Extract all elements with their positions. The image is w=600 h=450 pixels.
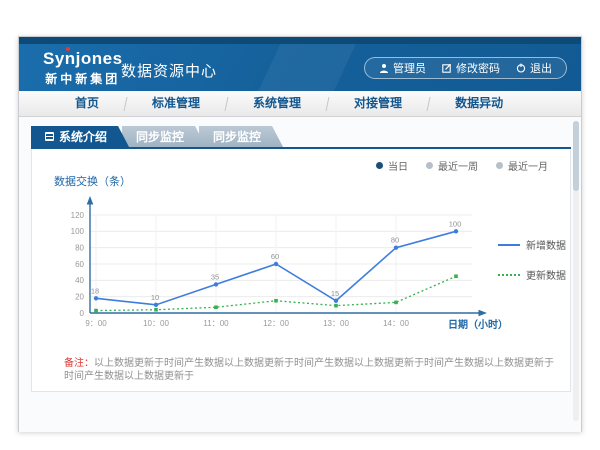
change-password-button[interactable]: 修改密码 xyxy=(442,60,500,76)
company-logo: Synjones 新中新集团 xyxy=(43,49,123,87)
header-top-strip xyxy=(19,37,581,44)
svg-text:60: 60 xyxy=(75,260,84,269)
svg-text:80: 80 xyxy=(391,236,399,245)
svg-text:13：00: 13：00 xyxy=(323,319,349,328)
document-icon xyxy=(45,132,54,141)
app-window: Synjones 新中新集团 数据资源中心 管理员 修改密码 退出 首页 标准管… xyxy=(18,36,582,432)
svg-text:14：00: 14：00 xyxy=(383,319,409,328)
app-header: Synjones 新中新集团 数据资源中心 管理员 修改密码 退出 xyxy=(19,44,581,91)
svg-text:0: 0 xyxy=(80,309,85,318)
tab-sync-monitor-1[interactable]: 同步监控 xyxy=(122,126,206,147)
footnote-label: 备注： xyxy=(64,358,94,369)
svg-text:100: 100 xyxy=(71,227,85,236)
svg-text:11：00: 11：00 xyxy=(203,319,229,328)
svg-text:120: 120 xyxy=(71,211,85,220)
logout-button[interactable]: 退出 xyxy=(516,60,552,76)
chart-row: 0 20 40 60 80 100 120 9：00 10：00 11：00 12：00 13：00 1… xyxy=(54,191,572,343)
svg-text:15: 15 xyxy=(331,289,339,298)
user-menu: 管理员 修改密码 退出 xyxy=(364,57,567,79)
page-title: 数据资源中心 xyxy=(121,60,217,81)
admin-user-button[interactable]: 管理员 xyxy=(379,60,426,76)
power-icon xyxy=(516,63,526,73)
main-nav: 首页 标准管理 系统管理 对接管理 数据异动 xyxy=(19,91,581,117)
brand-logo-text: Synjones xyxy=(43,49,123,69)
filter-last-week[interactable]: 最近一周 xyxy=(426,158,478,173)
nav-item-system-mgmt[interactable]: 系统管理 xyxy=(227,91,327,116)
svg-text:10：00: 10：00 xyxy=(143,319,169,328)
svg-text:40: 40 xyxy=(75,276,84,285)
svg-text:20: 20 xyxy=(75,292,84,301)
time-range-filters: 当日 最近一周 最近一月 xyxy=(376,158,548,173)
legend-item-new-data[interactable]: 新增数据 xyxy=(498,237,572,252)
nav-item-standard-mgmt[interactable]: 标准管理 xyxy=(126,91,226,116)
logo-red-dot-icon xyxy=(66,47,70,51)
radio-dot-icon xyxy=(496,162,503,169)
svg-text:9：00: 9：00 xyxy=(85,319,107,328)
scrollbar[interactable] xyxy=(573,121,579,421)
footnote: 备注：以上数据更新于时间产生数据以上数据更新于时间产生数据以上数据更新于时间产生… xyxy=(64,357,554,383)
nav-item-data-change[interactable]: 数据异动 xyxy=(429,91,529,116)
y-axis-title: 数据交换（条） xyxy=(54,173,131,189)
nav-item-interface-mgmt[interactable]: 对接管理 xyxy=(328,91,428,116)
svg-text:80: 80 xyxy=(75,243,84,252)
tab-sync-monitor-2[interactable]: 同步监控 xyxy=(199,126,283,147)
content-area: 系统介绍 同步监控 同步监控 当日 最近一周 xyxy=(19,117,581,432)
chart-panel: 当日 最近一周 最近一月 数据交换（条） 0 20 40 60 80 100 120 9：00… xyxy=(31,149,571,392)
solid-line-icon xyxy=(498,244,520,246)
svg-text:60: 60 xyxy=(271,252,279,261)
radio-dot-icon xyxy=(426,162,433,169)
legend-item-updated-data[interactable]: 更新数据 xyxy=(498,267,572,282)
company-name: 新中新集团 xyxy=(43,70,123,87)
svg-text:35: 35 xyxy=(211,272,219,281)
nav-item-home[interactable]: 首页 xyxy=(49,91,125,116)
svg-text:18: 18 xyxy=(91,286,99,295)
svg-text:12：00: 12：00 xyxy=(263,319,289,328)
svg-text:100: 100 xyxy=(449,219,462,228)
svg-text:10: 10 xyxy=(151,293,159,302)
edit-icon xyxy=(442,63,452,73)
x-axis-title: 日期（小时） xyxy=(448,316,548,331)
tab-system-intro[interactable]: 系统介绍 xyxy=(31,126,129,147)
chart-canvas: 0 20 40 60 80 100 120 9：00 10：00 11：00 12：00 13：00 1… xyxy=(54,191,498,343)
scrollbar-thumb[interactable] xyxy=(573,121,579,191)
dotted-line-icon xyxy=(498,274,520,276)
footnote-text: 以上数据更新于时间产生数据以上数据更新于时间产生数据以上数据更新于时间产生数据以… xyxy=(64,358,554,382)
filter-today[interactable]: 当日 xyxy=(376,158,408,173)
radio-dot-icon xyxy=(376,162,383,169)
filter-last-month[interactable]: 最近一月 xyxy=(496,158,548,173)
user-icon xyxy=(379,63,389,73)
tab-bar: 系统介绍 同步监控 同步监控 xyxy=(31,126,283,147)
line-chart: 0 20 40 60 80 100 120 9：00 10：00 11：00 12：00 13：00 1… xyxy=(54,191,498,343)
